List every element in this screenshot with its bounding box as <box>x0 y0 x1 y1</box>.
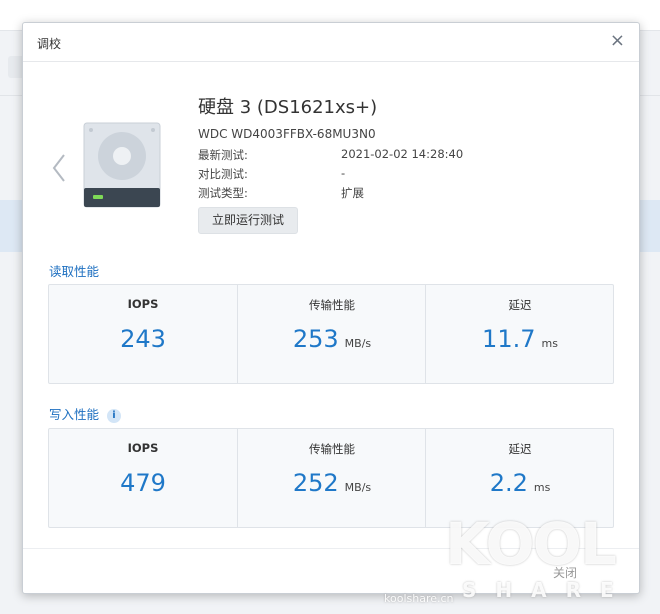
metric-unit: ms <box>541 337 558 350</box>
info-value: - <box>341 166 346 180</box>
metric-unit: ms <box>533 481 551 494</box>
metric-label: IOPS <box>127 297 159 311</box>
hard-drive-icon <box>83 122 161 208</box>
watermark-sub: SHARE <box>462 578 633 602</box>
metric-value: 11.7 ms <box>426 325 614 353</box>
write-iops-value: 479 <box>120 469 166 497</box>
metric-unit: MB/s <box>344 481 372 494</box>
read-performance-title: 读取性能 <box>49 264 100 279</box>
run-test-button[interactable]: 立即运行测试 <box>198 207 298 234</box>
write-throughput-cell: 传输性能 252 MB/s <box>237 429 426 527</box>
read-throughput-value: 253 <box>292 325 339 353</box>
metric-value: 479 <box>49 469 237 497</box>
benchmark-dialog: 调校 × 硬盘 3 (DS1621xs+) WDC WD4003FFBX-68M… <box>22 22 640 594</box>
dialog-header: 调校 × <box>23 23 639 62</box>
info-label: 对比测试: <box>198 167 248 181</box>
metric-label: 传输性能 <box>309 298 355 312</box>
info-row-latest-test: 最新测试: 2021-02-02 14:28:40 <box>198 147 463 163</box>
read-performance-panel: IOPS 243 传输性能 253 MB/s 延迟 11.7 ms <box>48 284 614 384</box>
watermark-url: koolshare.cn <box>384 592 454 605</box>
metric-value: 252 MB/s <box>238 469 426 497</box>
write-performance-title: 写入性能 i <box>49 404 122 423</box>
metric-label: 传输性能 <box>309 442 355 456</box>
write-throughput-value: 252 <box>292 469 339 497</box>
metric-value: 253 MB/s <box>238 325 426 353</box>
info-value: 2021-02-02 14:28:40 <box>341 147 464 161</box>
info-label: 测试类型: <box>198 186 248 200</box>
dialog-title: 调校 <box>37 37 62 51</box>
read-iops-value: 243 <box>120 325 166 353</box>
read-iops-cell: IOPS 243 <box>49 285 237 383</box>
watermark-logo: KOOL <box>445 510 617 578</box>
disk-name: 硬盘 3 (DS1621xs+) <box>198 97 378 118</box>
chevron-left-icon[interactable] <box>51 153 67 187</box>
info-icon[interactable]: i <box>107 409 122 423</box>
metric-label: 延迟 <box>508 298 532 312</box>
info-label: 最新测试: <box>198 148 248 162</box>
read-latency-value: 11.7 <box>482 325 536 353</box>
write-latency-value: 2.2 <box>489 469 528 497</box>
read-latency-cell: 延迟 11.7 ms <box>425 285 614 383</box>
write-iops-cell: IOPS 479 <box>49 429 237 527</box>
metric-label: 延迟 <box>508 442 532 456</box>
metric-value: 2.2 ms <box>426 469 614 497</box>
info-value: 扩展 <box>341 186 364 200</box>
metric-value: 243 <box>49 325 237 353</box>
write-performance-label: 写入性能 <box>49 407 100 422</box>
close-icon[interactable]: × <box>610 31 625 51</box>
metric-unit: MB/s <box>344 337 372 350</box>
info-row-compare-test: 对比测试: - <box>198 166 345 182</box>
metric-label: IOPS <box>127 441 159 455</box>
disk-model: WDC WD4003FFBX-68MU3N0 <box>198 127 376 141</box>
info-row-test-type: 测试类型: 扩展 <box>198 185 364 201</box>
read-throughput-cell: 传输性能 253 MB/s <box>237 285 426 383</box>
